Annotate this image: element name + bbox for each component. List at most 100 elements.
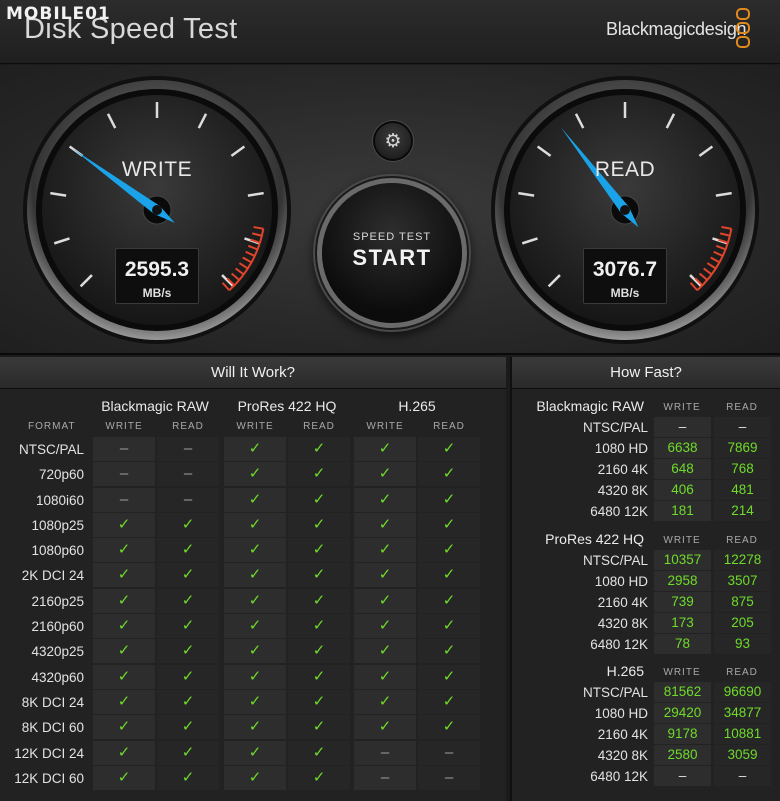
checkmark-icon: ✓	[224, 740, 286, 765]
speed-read-value: 768	[714, 459, 771, 479]
table-row: NTSC/PAL – –	[512, 417, 780, 438]
write-gauge-dial	[23, 76, 291, 344]
how-fast-write-header: WRITE	[663, 402, 701, 413]
speed-write-value: 78	[654, 634, 711, 654]
format-label: 2160 4K	[597, 462, 648, 477]
dash-icon: –	[418, 740, 480, 765]
will-it-work-table: NTSC/PAL – – ✓ ✓ ✓ ✓ 720p60– – ✓ ✓ ✓ ✓ 1080i60– – ✓ ✓ ✓ ✓ 1…	[0, 437, 506, 791]
checkmark-icon: ✓	[93, 715, 155, 740]
format-label: NTSC/PAL	[582, 685, 648, 700]
checkmark-icon: ✓	[354, 664, 416, 689]
will-subheader-read: READ	[172, 421, 204, 432]
how-fast-title: How Fast?	[512, 357, 780, 389]
checkmark-icon: ✓	[93, 614, 155, 639]
table-row: 1080i60– – ✓ ✓ ✓ ✓	[0, 487, 506, 513]
settings-button[interactable]: ⚙	[373, 121, 413, 161]
checkmark-icon: ✓	[288, 487, 350, 512]
speed-read-value: 93	[714, 634, 771, 654]
read-gauge-label: READ	[594, 158, 656, 181]
checkmark-icon: ✓	[418, 462, 480, 487]
speed-read-value: 205	[714, 613, 771, 633]
speed-write-value: 406	[654, 480, 711, 500]
speed-write-value: –	[654, 417, 711, 437]
checkmark-icon: ✓	[288, 740, 350, 765]
format-label: 2160 4K	[597, 595, 648, 610]
checkmark-icon: ✓	[418, 538, 480, 563]
checkmark-icon: ✓	[418, 689, 480, 714]
speed-write-value: 2580	[654, 745, 711, 765]
checkmark-icon: ✓	[354, 715, 416, 740]
table-row: 2K DCI 24 ✓ ✓ ✓ ✓ ✓ ✓	[0, 563, 506, 588]
write-needle-cap	[152, 205, 162, 215]
read-speed-unit: MB/s	[610, 286, 640, 300]
codec-title-prores: ProRes 422 HQ	[237, 398, 337, 414]
checkmark-icon: ✓	[157, 765, 219, 790]
checkmark-icon: ✓	[224, 614, 286, 639]
read-needle-cap	[620, 205, 630, 215]
table-row: 8K DCI 60 ✓ ✓ ✓ ✓ ✓ ✓	[0, 715, 506, 740]
format-label: 4320 8K	[597, 616, 648, 631]
checkmark-icon: ✓	[224, 689, 286, 714]
write-gauge-label: WRITE	[121, 158, 193, 181]
checkmark-icon: ✓	[354, 512, 416, 537]
gear-icon: ⚙	[384, 130, 402, 152]
format-label: 6480 12K	[590, 769, 648, 784]
table-row: NTSC/PAL 10357 12278	[512, 550, 780, 571]
table-row: 1080 HD 29420 34877	[512, 703, 780, 724]
how-fast-group-title: Blackmagic RAW	[536, 398, 644, 414]
how-fast-read-header: READ	[726, 667, 758, 678]
start-button-label: START	[352, 245, 432, 270]
checkmark-icon: ✓	[354, 588, 416, 613]
how-fast-write-header: WRITE	[663, 667, 701, 678]
checkmark-icon: ✓	[354, 437, 416, 461]
speed-write-value: 29420	[654, 703, 711, 723]
watermark-text: MOBILE01	[6, 4, 111, 24]
speed-read-value: 481	[714, 480, 771, 500]
checkmark-icon: ✓	[418, 588, 480, 613]
checkmark-icon: ✓	[418, 487, 480, 512]
table-row: 8K DCI 24 ✓ ✓ ✓ ✓ ✓ ✓	[0, 689, 506, 715]
table-row: 1080 HD 2958 3507	[512, 571, 780, 592]
will-subheader-write: WRITE	[366, 421, 404, 432]
checkmark-icon: ✓	[288, 639, 350, 664]
speed-write-value: 2958	[654, 571, 711, 591]
checkmark-icon: ✓	[288, 563, 350, 588]
dash-icon: –	[93, 487, 155, 512]
table-row: 12K DCI 60 ✓ ✓ ✓ ✓ – –	[0, 765, 506, 791]
format-label: 8K DCI 60	[21, 720, 84, 736]
checkmark-icon: ✓	[354, 538, 416, 563]
how-fast-group-title: H.265	[606, 663, 644, 679]
checkmark-icon: ✓	[418, 639, 480, 664]
checkmark-icon: ✓	[288, 462, 350, 487]
table-row: 2160 4K 9178 10881	[512, 724, 780, 745]
table-row: 4320p60 ✓ ✓ ✓ ✓ ✓ ✓	[0, 664, 506, 690]
checkmark-icon: ✓	[354, 563, 416, 588]
table-row: 4320 8K 173 205	[512, 613, 780, 634]
start-button[interactable]: SPEED TEST START	[322, 183, 462, 323]
start-button-subtitle: SPEED TEST	[352, 231, 432, 243]
read-gauge: READ 3076.7 MB/s	[490, 75, 760, 345]
write-speed-unit: MB/s	[142, 286, 172, 300]
checkmark-icon: ✓	[288, 765, 350, 790]
table-row: 2160p25 ✓ ✓ ✓ ✓ ✓ ✓	[0, 588, 506, 614]
table-row: 6480 12K 181 214	[512, 501, 780, 522]
write-speed-readout: 2595.3 MB/s	[115, 248, 199, 304]
checkmark-icon: ✓	[157, 689, 219, 714]
speed-write-value: 739	[654, 592, 711, 612]
checkmark-icon: ✓	[354, 614, 416, 639]
speed-write-value: 181	[654, 501, 711, 521]
checkmark-icon: ✓	[157, 563, 219, 588]
write-speed-value: 2595.3	[124, 258, 190, 281]
gauge-area: WRITE 2595.3 MB/s ⚙ SPEED TEST START REA…	[0, 65, 780, 355]
checkmark-icon: ✓	[288, 689, 350, 714]
dash-icon: –	[354, 740, 416, 765]
speed-write-value: 648	[654, 459, 711, 479]
checkmark-icon: ✓	[224, 715, 286, 740]
format-label: 6480 12K	[590, 637, 648, 652]
will-it-work-title: Will It Work?	[0, 357, 506, 389]
write-gauge: WRITE 2595.3 MB/s	[22, 75, 292, 345]
checkmark-icon: ✓	[288, 715, 350, 740]
checkmark-icon: ✓	[418, 563, 480, 588]
table-row: 2160p60 ✓ ✓ ✓ ✓ ✓ ✓	[0, 614, 506, 639]
title-bar: Disk Speed Test MOBILE01 Blackmagicdesig…	[0, 0, 780, 64]
